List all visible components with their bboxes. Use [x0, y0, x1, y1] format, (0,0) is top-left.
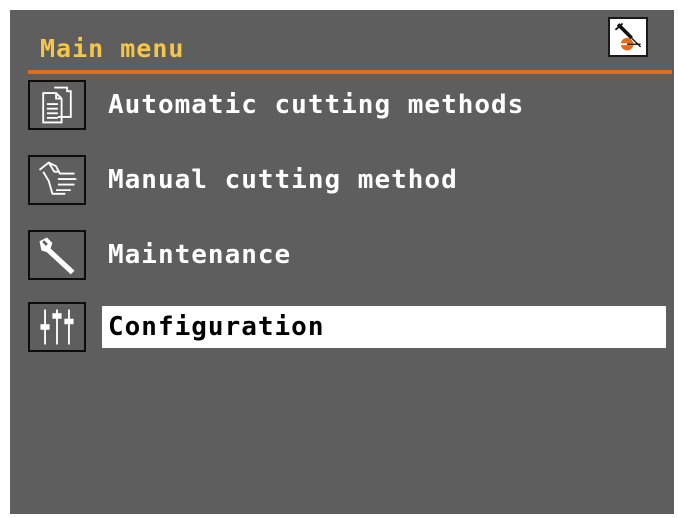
main-menu-screen: Main menu Automatic cutting methods Manu…: [10, 10, 674, 514]
menu-item-label: Maintenance: [108, 240, 292, 270]
menu-item-label: Manual cutting method: [108, 165, 458, 195]
menu-item-label: Automatic cutting methods: [108, 90, 525, 120]
cutting-status-icon[interactable]: [608, 17, 648, 57]
menu-item-automatic-cutting[interactable]: Automatic cutting methods: [10, 80, 674, 130]
page-title: Main menu: [40, 34, 185, 63]
document-icon: [28, 80, 86, 130]
header-divider: [28, 70, 672, 74]
menu-item-configuration[interactable]: Configuration: [10, 302, 674, 352]
menu-item-maintenance[interactable]: Maintenance: [10, 230, 674, 280]
wrench-icon: [28, 230, 86, 280]
hand-icon: [28, 155, 86, 205]
sliders-icon: [28, 302, 86, 352]
menu-item-label-selected: Configuration: [102, 306, 666, 348]
menu-item-manual-cutting[interactable]: Manual cutting method: [10, 155, 674, 205]
